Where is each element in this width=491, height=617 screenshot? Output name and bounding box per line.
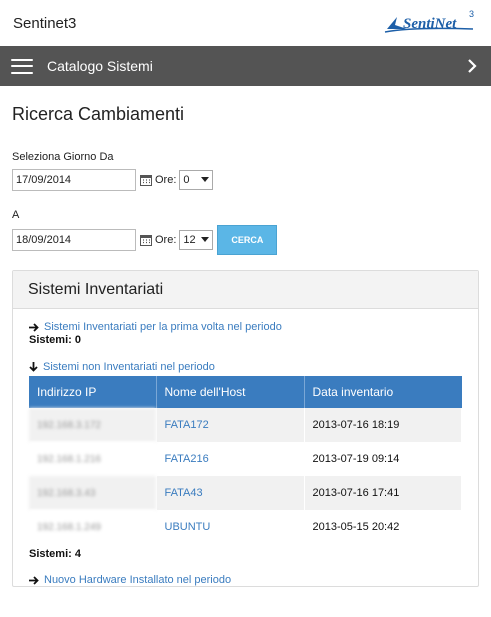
app-header: Sentinet3 SentiNet 3	[0, 0, 491, 46]
column-header-host[interactable]: Nome dell'Host	[156, 376, 305, 408]
first-inventoried-link-text: Sistemi Inventariati per la prima volta …	[44, 321, 282, 333]
main-content: Ricerca Cambiamenti Seleziona Giorno Da …	[0, 104, 491, 587]
svg-text:SentiNet: SentiNet	[403, 16, 457, 32]
chevron-right-icon[interactable]	[465, 59, 479, 73]
sentinet-logo: SentiNet 3	[383, 7, 479, 39]
ip-cell: 192.168.1.216	[29, 442, 157, 476]
app-title: Sentinet3	[13, 14, 77, 32]
date-cell: 2013-07-16 17:41	[304, 476, 462, 510]
panel-body: Sistemi Inventariati per la prima volta …	[13, 309, 478, 586]
arrow-right-icon	[29, 322, 39, 332]
to-hour-value: 12	[183, 234, 196, 246]
ip-cell: 192.168.3.43	[29, 476, 157, 510]
ore-label: Ore:	[155, 174, 177, 186]
panel-title: Sistemi Inventariati	[13, 271, 478, 309]
to-date-input[interactable]	[12, 229, 136, 251]
column-header-date[interactable]: Data inventario	[304, 376, 462, 408]
arrow-right-icon	[29, 575, 39, 585]
host-link[interactable]: UBUNTU	[156, 510, 305, 544]
chevron-down-icon	[201, 177, 210, 182]
table-row: 192.168.1.249 UBUNTU 2013-05-15 20:42	[29, 510, 462, 544]
not-inventoried-link[interactable]: Sistemi non Inventariati nel periodo	[29, 361, 462, 373]
from-row: Ore: 0	[12, 169, 479, 191]
calendar-icon[interactable]	[140, 234, 152, 246]
first-inventoried-link[interactable]: Sistemi Inventariati per la prima volta …	[29, 321, 462, 333]
to-hour-select[interactable]: 12	[179, 230, 214, 250]
arrow-down-icon	[29, 362, 38, 372]
page-title: Ricerca Cambiamenti	[12, 104, 185, 124]
search-button[interactable]: CERCA	[217, 225, 278, 255]
nav-title: Catalogo Sistemi	[47, 58, 153, 74]
to-row: Ore: 12 CERCA	[12, 225, 479, 255]
table-row: 192.168.3.43 FATA43 2013-07-16 17:41	[29, 476, 462, 510]
table-row: 192.168.3.172 FATA172 2013-07-16 18:19	[29, 408, 462, 442]
column-header-ip[interactable]: Indirizzo IP	[29, 376, 157, 408]
new-hardware-link-text: Nuovo Hardware Installato nel periodo	[44, 574, 232, 586]
from-hour-select[interactable]: 0	[179, 170, 214, 190]
systems-panel: Sistemi Inventariati Sistemi Inventariat…	[12, 270, 479, 587]
ip-cell: 192.168.3.172	[29, 408, 157, 442]
svg-text:3: 3	[469, 9, 474, 19]
ip-cell: 192.168.1.249	[29, 510, 157, 544]
date-cell: 2013-07-16 18:19	[304, 408, 462, 442]
first-count: Sistemi: 0	[29, 334, 81, 346]
table-header-row: Indirizzo IP Nome dell'Host Data inventa…	[29, 376, 462, 408]
calendar-icon[interactable]	[140, 174, 152, 186]
not-inventoried-link-text: Sistemi non Inventariati nel periodo	[43, 361, 215, 373]
host-link[interactable]: FATA43	[156, 476, 305, 510]
date-cell: 2013-07-19 09:14	[304, 442, 462, 476]
ore-label: Ore:	[155, 234, 177, 246]
from-hour-value: 0	[183, 174, 190, 186]
systems-table: Indirizzo IP Nome dell'Host Data inventa…	[29, 376, 462, 544]
new-hardware-link[interactable]: Nuovo Hardware Installato nel periodo	[29, 574, 462, 586]
host-link[interactable]: FATA172	[156, 408, 305, 442]
navbar: Catalogo Sistemi	[0, 46, 491, 86]
date-cell: 2013-05-15 20:42	[304, 510, 462, 544]
to-label: A	[12, 209, 20, 221]
chevron-down-icon	[201, 237, 210, 242]
from-label: Seleziona Giorno Da	[12, 151, 114, 163]
hamburger-icon[interactable]	[11, 58, 33, 74]
host-link[interactable]: FATA216	[156, 442, 305, 476]
second-count: Sistemi: 4	[29, 548, 81, 560]
table-row: 192.168.1.216 FATA216 2013-07-19 09:14	[29, 442, 462, 476]
from-date-input[interactable]	[12, 169, 136, 191]
